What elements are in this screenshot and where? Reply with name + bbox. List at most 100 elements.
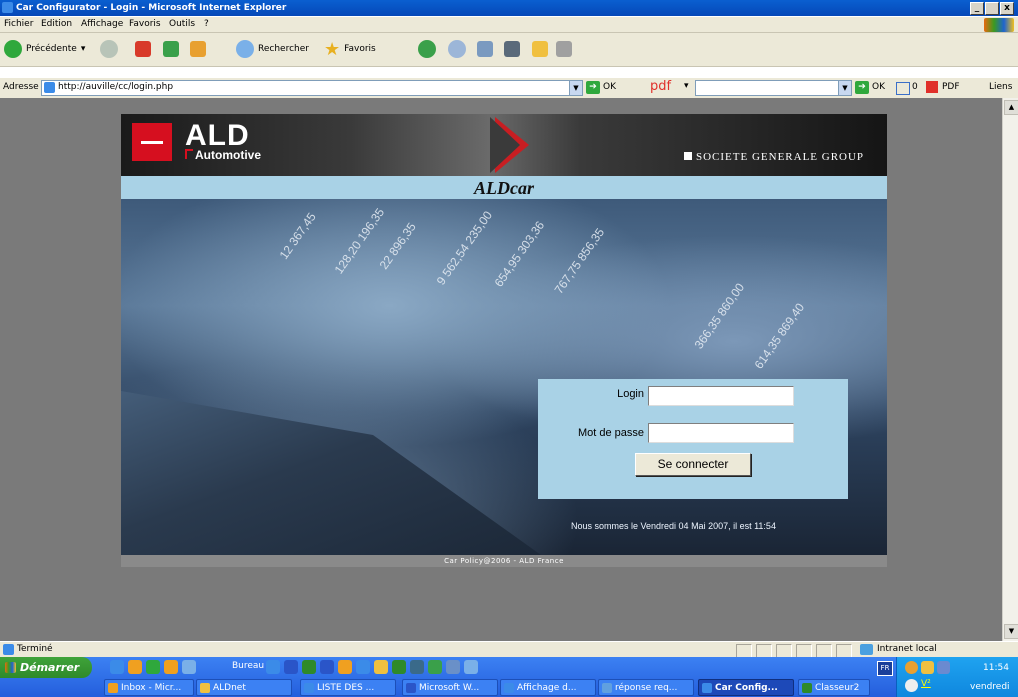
- task-inbox[interactable]: Inbox - Micr...: [104, 679, 194, 696]
- quicklaunch-icon[interactable]: [392, 660, 406, 674]
- task-word[interactable]: Microsoft W...: [402, 679, 498, 696]
- scroll-up-icon[interactable]: ▲: [1004, 100, 1018, 115]
- links-button[interactable]: Liens: [989, 82, 1012, 92]
- forward-button[interactable]: [100, 38, 118, 60]
- scroll-down-icon[interactable]: ▼: [1004, 624, 1018, 639]
- history-button[interactable]: [418, 38, 436, 60]
- task-reponse[interactable]: réponse req...: [598, 679, 694, 696]
- vertical-scrollbar[interactable]: ▲ ▼: [1002, 98, 1018, 641]
- minimize-button[interactable]: _: [970, 2, 984, 15]
- windows-flag-icon: [5, 662, 16, 673]
- search-button[interactable]: Rechercher: [236, 38, 309, 60]
- quicklaunch-icon[interactable]: [428, 660, 442, 674]
- task-aldnet[interactable]: ALDnet: [196, 679, 292, 696]
- url-field[interactable]: http://auville/cc/login.php ▼: [41, 80, 583, 96]
- home-button[interactable]: [190, 38, 206, 60]
- search-icon: [236, 40, 254, 58]
- quicklaunch-outlook-icon[interactable]: [128, 660, 142, 674]
- intranet-icon: [860, 644, 873, 655]
- status-bar: Terminé Intranet local: [0, 641, 1018, 658]
- url-text: http://auville/cc/login.php: [58, 82, 174, 92]
- edit-button[interactable]: [504, 38, 520, 60]
- language-indicator[interactable]: FR: [877, 661, 893, 676]
- page-icon: [44, 82, 55, 93]
- url-dropdown[interactable]: ▼: [569, 81, 582, 95]
- clock: 11:54: [983, 663, 1009, 673]
- go-arrow-icon[interactable]: ➔: [586, 81, 600, 94]
- mail-button[interactable]: [448, 38, 466, 60]
- window-title-bar[interactable]: Car Configurator - Login - Microsoft Int…: [0, 0, 1018, 16]
- decor-number: 12 367,45: [276, 210, 319, 262]
- quicklaunch-folder-icon[interactable]: [374, 660, 388, 674]
- pdf-search-field[interactable]: ▼: [695, 80, 852, 96]
- tray-icon[interactable]: [921, 661, 934, 674]
- quicklaunch-messenger-icon[interactable]: [182, 660, 196, 674]
- tray-icon[interactable]: V²: [921, 679, 931, 689]
- decor-number: 654,95 303,36: [491, 218, 548, 290]
- current-date-text: Nous sommes le Vendredi 04 Mai 2007, il …: [571, 521, 776, 531]
- menu-bar: Fichier Edition Affichage Favoris Outils…: [0, 17, 1018, 33]
- menu-affichage[interactable]: Affichage: [81, 19, 123, 29]
- pdf-search-dropdown[interactable]: ▼: [838, 81, 851, 95]
- login-input[interactable]: [648, 386, 794, 406]
- status-panel: [796, 644, 812, 658]
- quicklaunch-icon[interactable]: [284, 660, 298, 674]
- folder-button[interactable]: [532, 38, 548, 60]
- quicklaunch-icon[interactable]: [446, 660, 460, 674]
- quicklaunch-icon[interactable]: [410, 660, 424, 674]
- task-label: Car Config...: [715, 683, 778, 693]
- quicklaunch-word-icon[interactable]: [320, 660, 334, 674]
- password-input[interactable]: [648, 423, 794, 443]
- system-tray: V² 11:54 vendredi: [896, 657, 1018, 697]
- outlook-icon: [108, 683, 118, 693]
- task-affichage[interactable]: Affichage d...: [500, 679, 596, 696]
- pdf-button[interactable]: PDF: [942, 82, 960, 92]
- toolbar: Précédente ▾ Rechercher ★ Favoris: [0, 33, 1018, 67]
- close-button[interactable]: x: [1000, 2, 1014, 15]
- quicklaunch-icon[interactable]: [266, 660, 280, 674]
- task-label: ALDnet: [213, 683, 246, 693]
- login-submit-button[interactable]: Se connecter: [635, 453, 751, 476]
- menu-help[interactable]: ?: [204, 19, 209, 29]
- status-panel: [756, 644, 772, 658]
- task-liste[interactable]: LISTE DES ...: [300, 679, 396, 696]
- mail-icon: [602, 683, 612, 693]
- window-icon[interactable]: [896, 82, 910, 95]
- quicklaunch-ie-icon[interactable]: [110, 660, 124, 674]
- status-page-icon: [3, 644, 14, 655]
- quicklaunch-icon[interactable]: [464, 660, 478, 674]
- quicklaunch-app-icon[interactable]: [164, 660, 178, 674]
- clock-tray-icon[interactable]: [905, 679, 918, 692]
- pdf-search-label[interactable]: pdf: [650, 79, 671, 94]
- go-label[interactable]: OK: [603, 82, 616, 92]
- quicklaunch-icon[interactable]: [338, 660, 352, 674]
- quicklaunch-excel-icon[interactable]: [302, 660, 316, 674]
- go2-arrow-icon[interactable]: ➔: [855, 81, 869, 94]
- task-classeur[interactable]: Classeur2: [798, 679, 870, 696]
- menu-fichier[interactable]: Fichier: [4, 19, 33, 29]
- menu-favoris[interactable]: Favoris: [129, 19, 161, 29]
- start-button[interactable]: Démarrer: [0, 657, 92, 678]
- print-button[interactable]: [477, 38, 493, 60]
- pdf-dropdown-icon[interactable]: ▾: [684, 81, 689, 91]
- quicklaunch-icon[interactable]: [356, 660, 370, 674]
- bureau-toolbar[interactable]: Bureau: [232, 661, 264, 671]
- menu-outils[interactable]: Outils: [169, 19, 195, 29]
- favorites-button[interactable]: ★ Favoris: [324, 38, 376, 60]
- login-label: Login: [617, 388, 644, 400]
- maximize-button[interactable]: [985, 2, 999, 15]
- refresh-button[interactable]: [163, 38, 179, 60]
- menu-edition[interactable]: Edition: [41, 19, 72, 29]
- excel-icon: [802, 683, 812, 693]
- back-arrow-icon: [4, 40, 22, 58]
- ie-icon: [504, 683, 514, 693]
- back-button[interactable]: Précédente ▾: [4, 38, 85, 60]
- tray-icon[interactable]: [937, 661, 950, 674]
- quicklaunch-media-icon[interactable]: [146, 660, 160, 674]
- research-button[interactable]: [556, 38, 572, 60]
- tray-icon[interactable]: [905, 661, 918, 674]
- stop-button[interactable]: [135, 38, 151, 60]
- task-car-config[interactable]: Car Config...: [698, 679, 794, 696]
- go2-label[interactable]: OK: [872, 82, 885, 92]
- decor-number: 767,75 856,35: [551, 225, 608, 297]
